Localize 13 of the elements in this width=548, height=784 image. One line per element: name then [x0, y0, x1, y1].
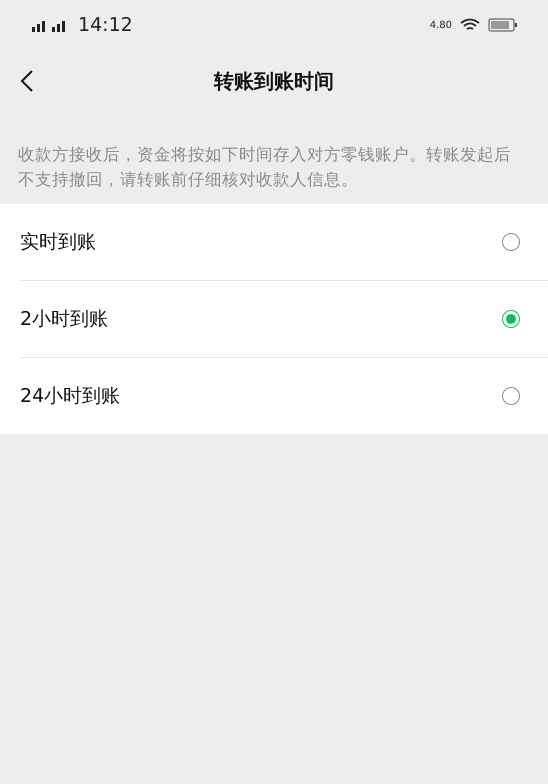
status-time: 14:12 — [78, 14, 133, 36]
page-title: 转账到账时间 — [214, 68, 334, 94]
option-label[interactable]: 实时到账 — [20, 229, 96, 255]
option-label[interactable]: 2小时到账 — [20, 306, 108, 332]
back-icon[interactable] — [20, 69, 34, 93]
option-label[interactable]: 24小时到账 — [20, 383, 120, 409]
description-text: 收款方接收后，资金将按如下时间存入对方零钱账户。转账发起后不支持撤回，请转账前仔细核对收款人信息。 — [18, 144, 512, 191]
wifi-icon — [460, 18, 480, 32]
radio-button[interactable] — [502, 233, 520, 251]
network-speed: 4.80 — [430, 20, 452, 30]
radio-button[interactable] — [502, 310, 520, 328]
radio-button[interactable] — [502, 387, 520, 405]
battery-icon — [488, 18, 518, 32]
